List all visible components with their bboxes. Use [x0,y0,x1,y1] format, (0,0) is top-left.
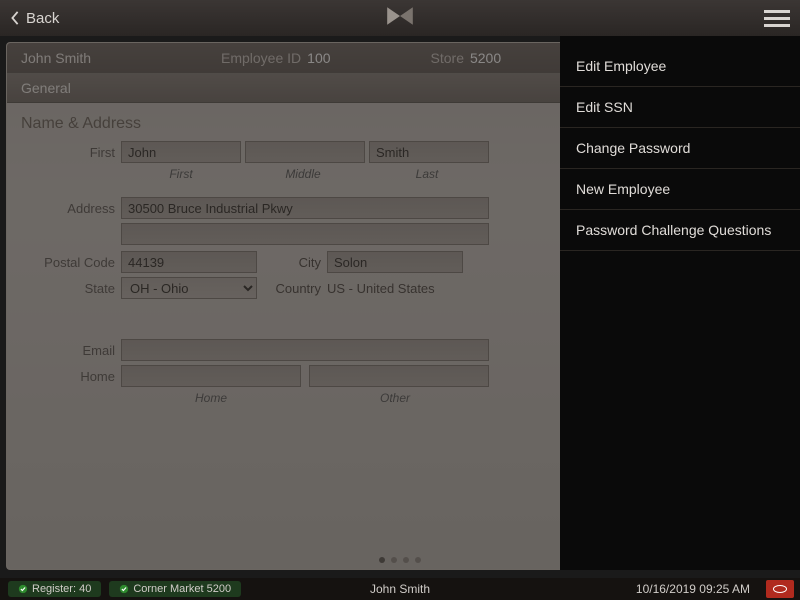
status-datetime: 10/16/2019 09:25 AM [636,582,750,596]
menu-password-questions[interactable]: Password Challenge Questions [560,210,800,251]
chevron-left-icon [8,11,22,25]
menu-new-employee[interactable]: New Employee [560,169,800,210]
context-menu: Edit Employee Edit SSN Change Password N… [560,36,800,570]
app-logo [384,5,416,32]
menu-button[interactable] [764,6,790,31]
status-store[interactable]: Corner Market 5200 [109,581,241,597]
check-icon [18,584,28,594]
back-label: Back [26,10,59,27]
status-bar: Register: 40 Corner Market 5200 John Smi… [0,578,800,600]
menu-edit-employee[interactable]: Edit Employee [560,46,800,87]
status-user: John Smith [370,582,430,596]
menu-edit-ssn[interactable]: Edit SSN [560,87,800,128]
check-icon [119,584,129,594]
oracle-logo [766,580,794,598]
status-register[interactable]: Register: 40 [8,581,101,597]
back-button[interactable]: Back [0,10,59,27]
menu-change-password[interactable]: Change Password [560,128,800,169]
